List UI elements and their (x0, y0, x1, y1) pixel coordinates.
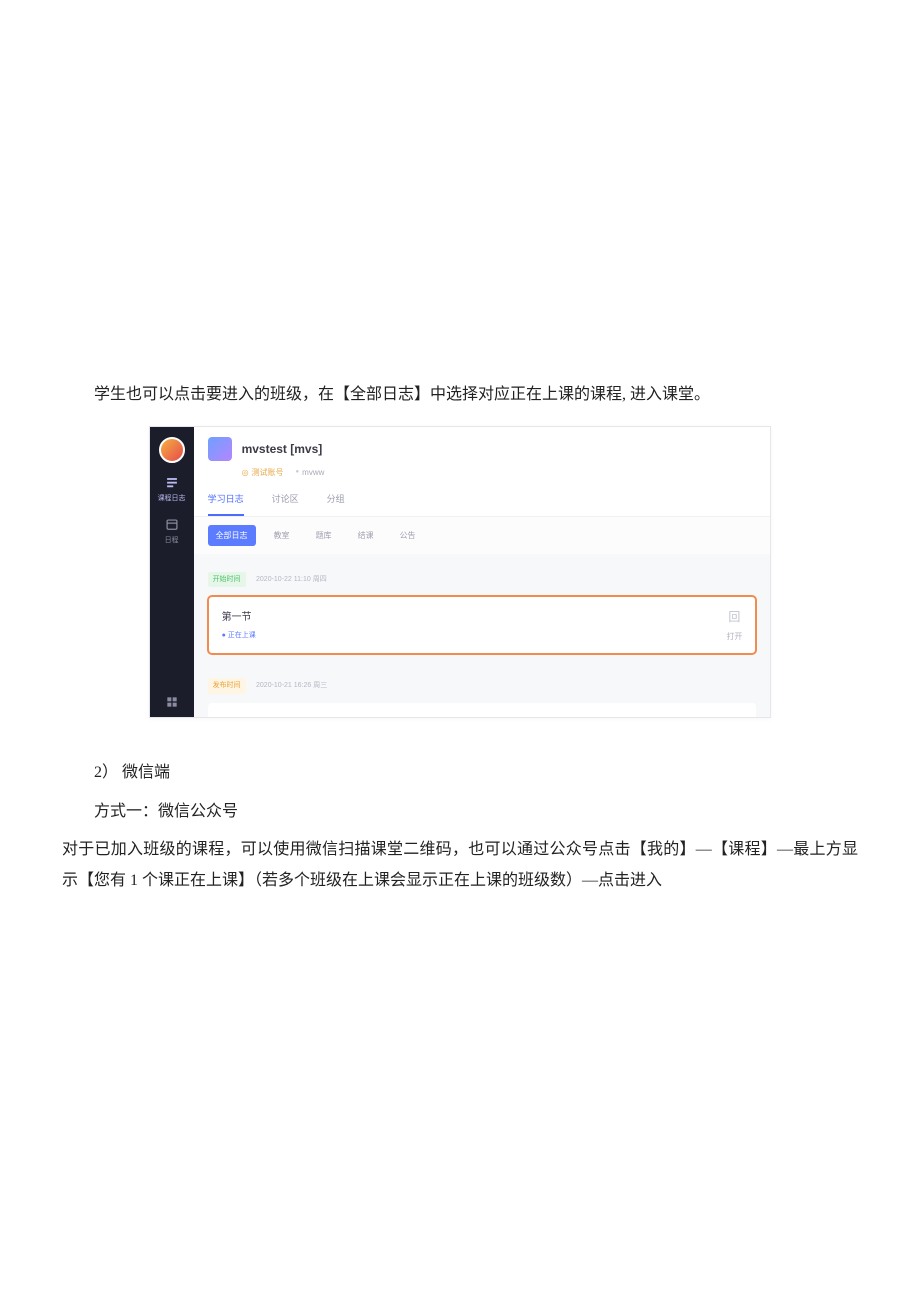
section-title: 微信端 (122, 764, 170, 781)
main-tabs: 学习日志 讨论区 分组 (194, 481, 771, 516)
intro-paragraph: 学生也可以点击要进入的班级，在【全部日志】中选择对应正在上课的课程, 进入课堂。 (62, 380, 858, 410)
class-badges: 测试账号 mvww (242, 465, 325, 480)
section-bullet: 2） (94, 764, 118, 781)
section-number: 2） 微信端 (62, 758, 858, 788)
sidebar-item-schedule[interactable]: 日程 (157, 517, 187, 547)
sidebar-item-courselog[interactable]: 课程日志 (157, 475, 187, 505)
sidebar-item-settings[interactable] (157, 687, 187, 717)
filter-all[interactable]: 全部日志 (208, 525, 256, 546)
app-screenshot: 课程日志 日程 (149, 426, 772, 718)
log-card-action[interactable]: 回 打开 (726, 606, 742, 644)
filter-end[interactable]: 结课 (350, 525, 382, 546)
log-card-exam[interactable]: mvs考试 题目：1 选 满分：100分 限时：不限 0 未分 (208, 703, 757, 718)
filter-notice[interactable]: 公告 (392, 525, 424, 546)
score-value: 0 (726, 713, 742, 718)
badge-owner: mvww (296, 465, 325, 480)
sidebar-item-label: 日程 (165, 534, 179, 547)
calendar-icon (164, 517, 180, 532)
log-entry-header: 开始时间 2020-10-22 11:10 周四 (208, 554, 757, 596)
main-header: mvstest [mvs] 测试账号 mvww 学习日志 讨论区 分组 (194, 427, 771, 516)
log-filters: 全部日志 教室 题库 结课 公告 (194, 517, 771, 554)
log-card-subtitle: ● 正在上课 (222, 629, 256, 642)
tab-forum[interactable]: 讨论区 (272, 491, 299, 516)
method-title: 方式一：微信公众号 (62, 797, 858, 827)
log-card-score: 0 未分 (726, 713, 742, 718)
filter-class[interactable]: 教室 (266, 525, 298, 546)
log-list: 开始时间 2020-10-22 11:10 周四 第一节 ● 正在上课 回 打开… (194, 554, 771, 718)
avatar[interactable] (159, 437, 185, 463)
log-time: 2020-10-22 11:10 周四 (256, 576, 327, 583)
log-card-title: 第一节 (222, 608, 256, 627)
log-time: 2020-10-21 16:26 周三 (256, 682, 327, 689)
list-icon (164, 475, 180, 490)
filter-bank[interactable]: 题库 (308, 525, 340, 546)
class-avatar (208, 437, 232, 461)
sidebar-item-label: 课程日志 (158, 492, 186, 505)
log-entry-header: 发布时间 2020-10-21 16:26 周三 (208, 660, 757, 702)
open-icon: 回 (726, 606, 742, 629)
method-description: 对于已加入班级的课程，可以使用微信扫描课堂二维码，也可以通过公众号点击【我的】—… (62, 835, 858, 896)
log-tag-class: 开始时间 (208, 572, 246, 587)
sidebar: 课程日志 日程 (150, 427, 194, 717)
open-label: 打开 (726, 632, 742, 641)
log-card-title: mvs考试 (222, 714, 334, 717)
grid-icon (164, 694, 180, 710)
log-tag-exam: 发布时间 (208, 678, 246, 693)
tab-study-log[interactable]: 学习日志 (208, 491, 244, 516)
main-panel: mvstest [mvs] 测试账号 mvww 学习日志 讨论区 分组 全部日志… (194, 427, 771, 717)
class-title: mvstest [mvs] (242, 438, 323, 461)
tab-group[interactable]: 分组 (327, 491, 345, 516)
log-card-current-lesson[interactable]: 第一节 ● 正在上课 回 打开 (208, 596, 757, 654)
badge-test-account: 测试账号 (242, 465, 284, 480)
